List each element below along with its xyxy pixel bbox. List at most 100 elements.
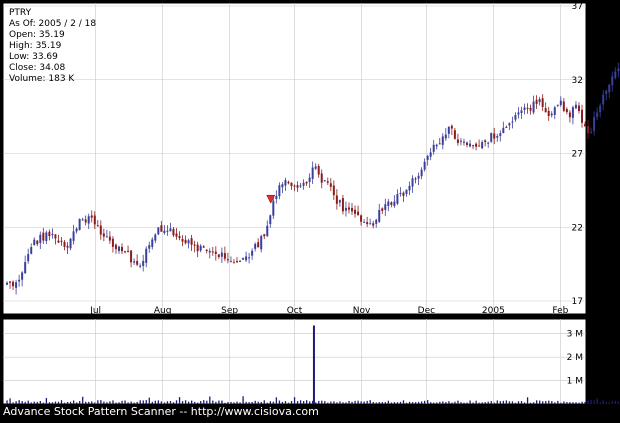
volume-bar (381, 402, 383, 404)
volume-bar (91, 401, 93, 404)
candle-body (590, 132, 593, 134)
volume-bar (160, 401, 163, 404)
volume-bar (236, 401, 238, 404)
volume-bar (511, 401, 514, 404)
volume-bar (427, 400, 429, 404)
candle-body (145, 248, 148, 263)
volume-bar (266, 402, 268, 404)
volume-tick-label: 3 M (567, 330, 583, 340)
candle-body (544, 108, 547, 113)
candle-body (229, 261, 232, 263)
candle-body (172, 228, 175, 236)
candle-body (133, 261, 136, 263)
volume-bar (378, 402, 380, 404)
volume-bar (82, 396, 84, 404)
candle-body (390, 202, 393, 205)
candle-body (447, 126, 450, 134)
candle-body (130, 250, 133, 263)
volume-bar (203, 400, 205, 404)
candle-body (338, 200, 341, 203)
volume-bar (375, 402, 377, 404)
candle-body (351, 208, 353, 212)
volume-bar (505, 400, 508, 404)
volume-bar (484, 402, 486, 404)
volume-bar (608, 402, 610, 404)
volume-bar (502, 400, 505, 404)
candle-body (220, 252, 223, 257)
volume-bar (115, 402, 117, 404)
volume-bar (499, 401, 501, 404)
candle-body (450, 125, 453, 129)
candle-body (438, 143, 441, 145)
candle-body (565, 109, 568, 113)
volume-bar (94, 402, 96, 404)
candle-body (281, 184, 284, 188)
candle-body (75, 228, 78, 232)
volume-bar (187, 401, 190, 404)
volume-bar (245, 401, 247, 404)
candle-body (502, 127, 505, 134)
volume-bar (578, 402, 580, 404)
volume-bar (39, 401, 41, 404)
volume-bar (191, 400, 193, 404)
candle-body (199, 245, 202, 251)
volume-tick-label: 1 M (567, 377, 583, 387)
volume-bar (299, 400, 302, 404)
candle-body (42, 232, 45, 241)
candle-body (108, 236, 111, 241)
volume-bar (366, 400, 368, 404)
volume-bar (72, 400, 75, 404)
volume-bar (172, 402, 175, 404)
candle-body (208, 250, 211, 253)
volume-bar (184, 400, 187, 404)
volume-bar (405, 402, 408, 404)
x-tick-label: Nov (353, 306, 371, 316)
volume-bar (557, 400, 559, 404)
candle-body (332, 185, 335, 196)
candle-body (526, 107, 529, 109)
x-tick-label: Sep (221, 306, 238, 316)
candle-body (245, 256, 248, 261)
volume-bar (393, 402, 396, 404)
candle-body (429, 152, 432, 157)
volume-bar (542, 401, 544, 404)
volume-bar (466, 402, 468, 404)
volume-bar (76, 402, 78, 404)
volume-bar (272, 401, 275, 404)
volume-bar (457, 400, 459, 404)
volume-bar (545, 400, 547, 404)
volume-bar (60, 400, 63, 404)
volume-bar (233, 402, 235, 404)
volume-bar (460, 402, 462, 404)
volume-bar (9, 398, 11, 404)
candle-body (90, 215, 93, 218)
candle-body (111, 238, 114, 247)
volume-bar (293, 397, 296, 404)
candle-body (514, 115, 517, 120)
candle-body (102, 233, 105, 237)
candle-body (535, 99, 538, 104)
volume-bar (569, 402, 571, 404)
volume-label: Volume: 183 K (9, 74, 75, 84)
candle-body (36, 240, 39, 245)
volume-bar (520, 401, 523, 404)
candle-body (366, 222, 369, 225)
candle-body (96, 225, 99, 227)
volume-bar (287, 402, 290, 404)
candle-body (81, 219, 84, 221)
candle-body (408, 185, 411, 191)
candle-body (242, 258, 245, 260)
volume-bar (145, 400, 147, 404)
candle-body (341, 198, 344, 212)
volume-bar (124, 400, 126, 404)
candle-body (314, 166, 317, 169)
volume-bar (142, 400, 144, 404)
volume-bar (369, 400, 371, 404)
volume-bar (402, 400, 405, 404)
volume-bar (178, 397, 181, 404)
volume-bar (224, 402, 226, 404)
candle-body (541, 98, 544, 107)
volume-bar (617, 401, 620, 404)
candle-body (571, 107, 574, 118)
candle-body (278, 185, 281, 197)
